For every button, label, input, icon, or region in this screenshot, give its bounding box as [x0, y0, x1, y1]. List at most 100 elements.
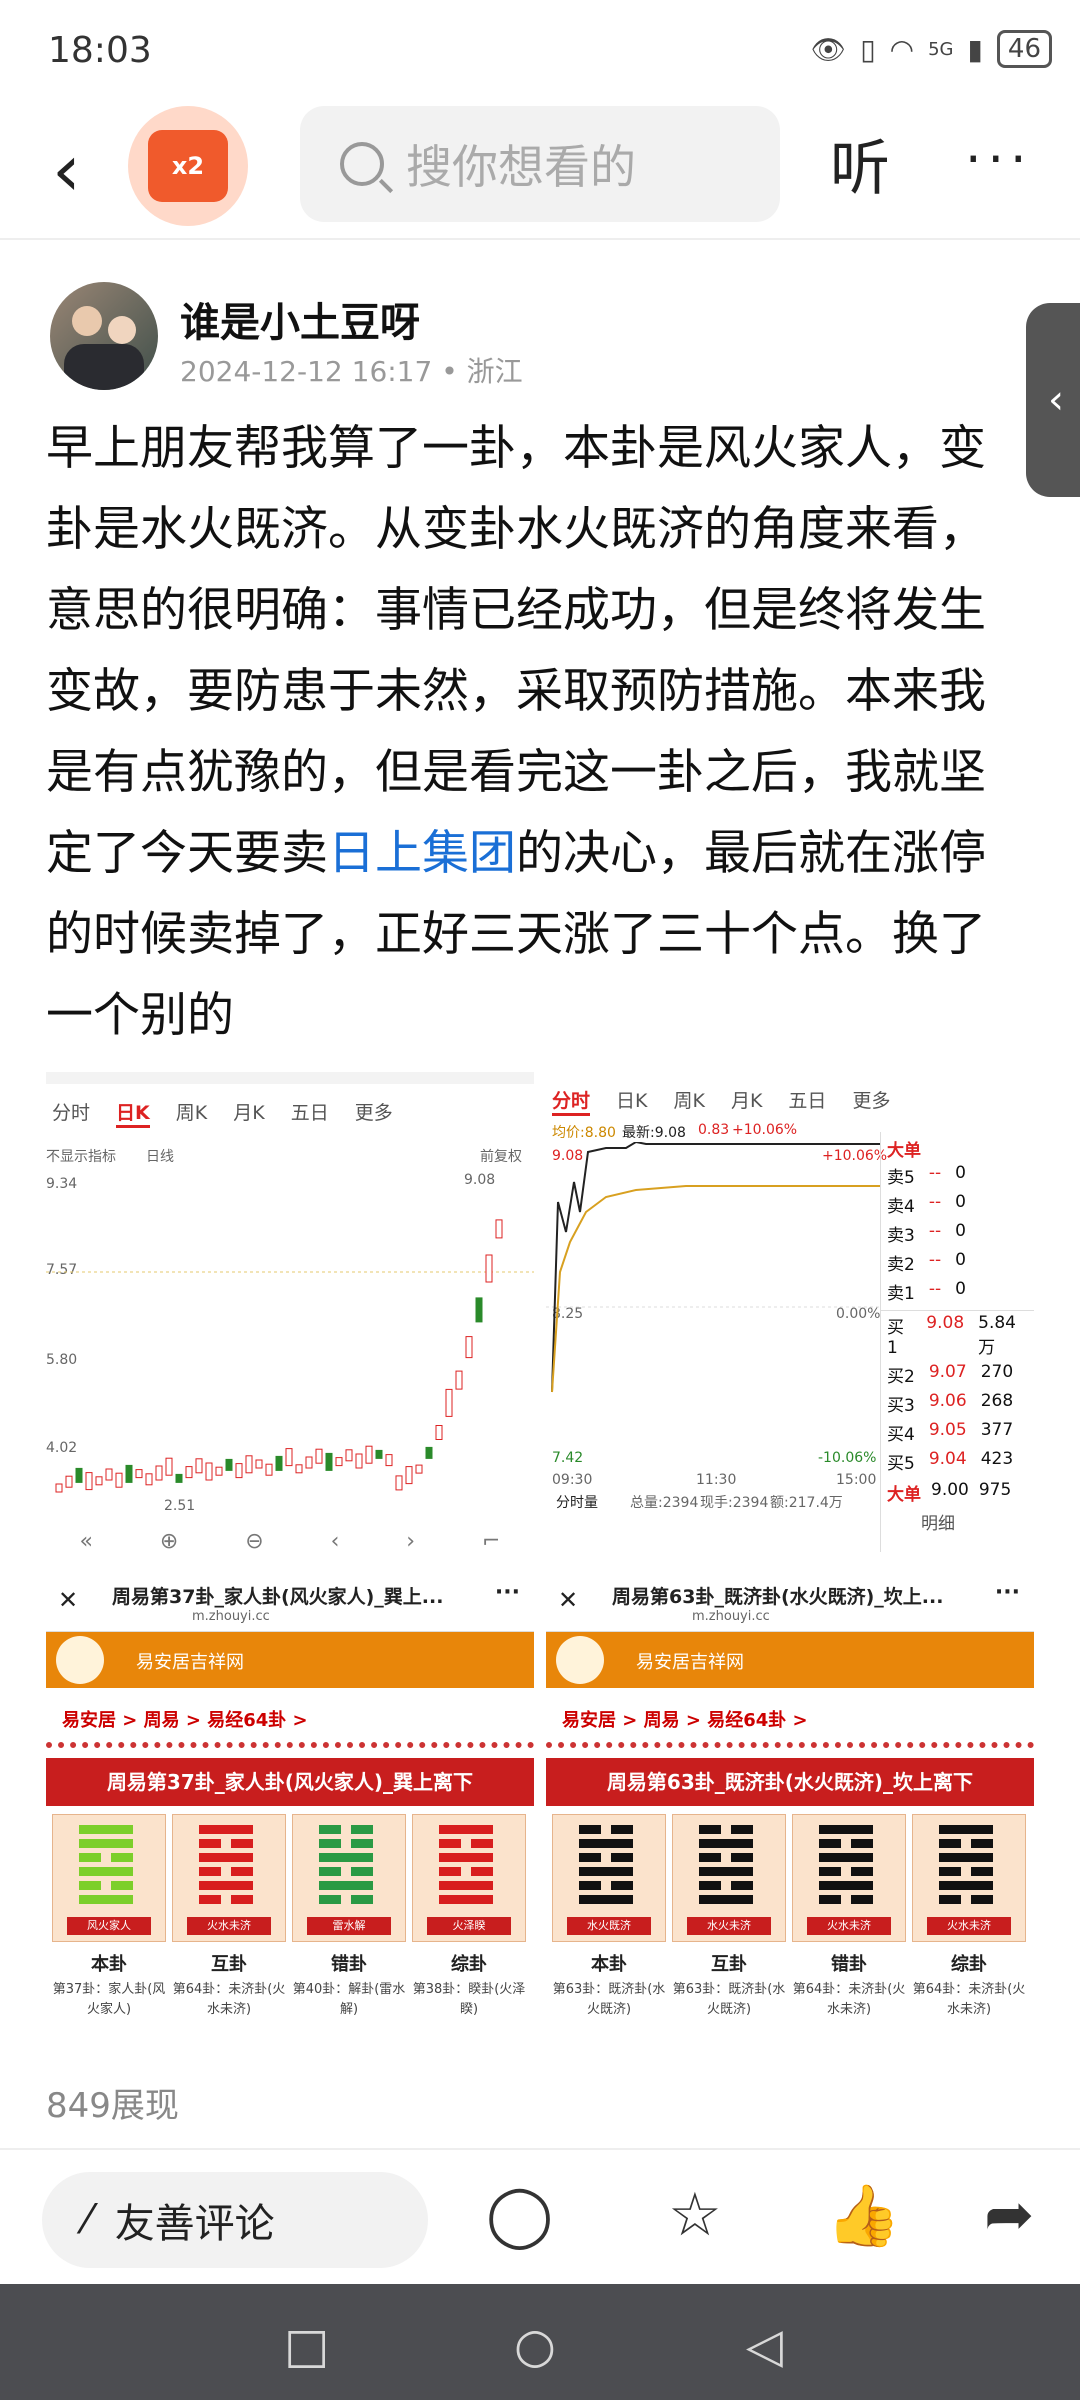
hexagram-label: 综卦 — [451, 1954, 487, 1975]
site-logo — [56, 1636, 104, 1684]
hexagram-label: 错卦 — [831, 1954, 867, 1975]
detail-label[interactable]: 明细 — [881, 1509, 1034, 1534]
chart-tab[interactable]: 五日 — [291, 1098, 329, 1128]
candle — [255, 1459, 263, 1469]
red-packet-badge[interactable]: x2 — [128, 106, 248, 226]
candle — [235, 1463, 243, 1479]
order-row: 卖4 -- 0 — [881, 1190, 1034, 1219]
share-icon[interactable]: ➦ — [984, 2180, 1034, 2250]
big-order-bottom: 大单 9.00 975 — [887, 1480, 1012, 1505]
star-icon[interactable]: ☆ — [668, 2180, 722, 2250]
close-icon[interactable]: ✕ — [58, 1586, 78, 1614]
chart-tabs: 分时 日K 周K 月K 五日 更多 — [546, 1072, 1034, 1116]
hexagram-line — [199, 1867, 253, 1876]
search-placeholder: 搜你想看的 — [406, 140, 636, 194]
hexagram-caption: 火水未济 — [807, 1917, 891, 1935]
more-icon[interactable]: ··· — [995, 1580, 1020, 1605]
chart-tab[interactable]: 周K — [673, 1086, 704, 1116]
triangle-back-icon[interactable]: ◁ — [746, 2318, 783, 2374]
candle — [455, 1370, 463, 1390]
image-intraday-chart[interactable]: 分时 日K 周K 月K 五日 更多 均价:8.80 最新:9.08 0.83 +10.06… — [546, 1072, 1034, 1562]
close-icon[interactable]: ✕ — [558, 1586, 578, 1614]
search-icon — [340, 142, 384, 186]
wifi-icon: ◠ — [889, 32, 915, 66]
image-hexagram-37[interactable]: ✕ 周易第37卦_家人卦(风火家人)_巽上... ··· m.zhouyi.cc… — [46, 1572, 534, 2062]
hexagram-card[interactable]: 火水未济 — [912, 1814, 1026, 1942]
hexagram-line — [439, 1839, 493, 1848]
candle — [95, 1476, 103, 1486]
chart-tab[interactable]: 周K — [176, 1098, 207, 1128]
candle — [445, 1388, 453, 1417]
order-vol: 423 — [980, 1449, 1014, 1469]
hexagram-card[interactable]: 水火既济 — [552, 1814, 666, 1942]
hexagram-lines — [579, 1825, 633, 1909]
image-daily-k-chart[interactable]: 分时 日K 周K 月K 五日 更多 不显示指标 日线 前复权 9.34 7.57 5.80… — [46, 1072, 534, 1562]
more-icon[interactable]: ··· — [495, 1580, 520, 1605]
hexagram-labels: 本卦 互卦 错卦 综卦 — [46, 1942, 534, 1976]
hexagram-line — [79, 1867, 133, 1876]
hexagram-line — [79, 1853, 133, 1862]
chart-tab[interactable]: 更多 — [355, 1098, 393, 1128]
candle — [345, 1449, 353, 1462]
hexagram-card[interactable]: 雷水解 — [292, 1814, 406, 1942]
hexagram-card[interactable]: 火泽睽 — [412, 1814, 526, 1942]
more-icon[interactable]: ··· — [965, 130, 1033, 190]
order-price: 9.05 — [928, 1420, 967, 1440]
chart-tab[interactable]: 分时 — [52, 1098, 90, 1128]
candle — [215, 1466, 223, 1476]
candle — [195, 1458, 203, 1474]
order-row: 买2 9.07 270 — [881, 1360, 1034, 1389]
circle-icon[interactable]: ○ — [514, 2318, 556, 2374]
hexagram-line — [79, 1881, 133, 1890]
stock-link[interactable]: 日上集团 — [328, 826, 516, 881]
chart-tab[interactable]: 更多 — [852, 1086, 890, 1116]
candle — [425, 1446, 433, 1459]
side-expand-tab[interactable]: ‹ — [1026, 303, 1080, 497]
listen-button[interactable]: 听 — [830, 120, 890, 207]
chart-tab[interactable]: 五日 — [788, 1086, 826, 1116]
candle — [355, 1453, 363, 1469]
order-price: -- — [928, 1221, 942, 1241]
vol-total: 总量:2394 — [630, 1495, 699, 1511]
chevron-left-icon[interactable]: ‹ — [52, 130, 81, 210]
hexagram-line — [819, 1839, 873, 1848]
hexagram-desc: 第64卦：未济卦(火水未济) — [172, 1982, 286, 2017]
chart-tab[interactable]: 分时 — [552, 1086, 591, 1116]
hexagram-desc: 第64卦：未济卦(火水未济) — [792, 1982, 906, 2017]
comment-input[interactable]: ⁄ 友善评论 — [42, 2172, 428, 2268]
time-start: 09:30 — [552, 1472, 593, 1488]
breadcrumb[interactable]: 易安居 > 周易 > 易经64卦 > — [546, 1688, 1034, 1748]
chart-controls[interactable]: «⊕ ⊖ ‹ › ⌐ — [46, 1520, 534, 1562]
candle — [175, 1473, 183, 1483]
author-name[interactable]: 谁是小土豆呀 — [180, 290, 420, 348]
chart-tab[interactable]: 日K — [616, 1086, 647, 1116]
candle — [85, 1472, 93, 1491]
candle — [415, 1464, 423, 1474]
status-bar: 18:03 👁 ▯ ◠ 5G ▮ 46 — [0, 0, 1080, 100]
order-vol: 268 — [980, 1391, 1014, 1411]
breadcrumb[interactable]: 易安居 > 周易 > 易经64卦 > — [46, 1688, 534, 1748]
page-url: m.zhouyi.cc — [692, 1609, 770, 1624]
comment-icon[interactable]: ◯ — [486, 2180, 553, 2250]
order-label: 卖4 — [887, 1197, 915, 1217]
hexagram-card[interactable]: 火水未济 — [792, 1814, 906, 1942]
hexagram-line — [819, 1895, 873, 1904]
search-input[interactable]: 搜你想看的 — [300, 106, 780, 222]
square-icon[interactable]: □ — [284, 2318, 329, 2374]
avatar[interactable] — [50, 282, 158, 390]
hexagram-caption: 雷水解 — [307, 1917, 391, 1935]
chart-tab[interactable]: 日K — [116, 1098, 150, 1128]
hexagram-card[interactable]: 水火未济 — [672, 1814, 786, 1942]
like-icon[interactable]: 👍 — [826, 2180, 901, 2251]
image-hexagram-63[interactable]: ✕ 周易第63卦_既济卦(水火既济)_坎上... ··· m.zhouyi.cc… — [546, 1572, 1034, 2062]
candle — [75, 1467, 83, 1483]
chart-tab[interactable]: 月K — [731, 1086, 762, 1116]
indicator-select[interactable]: 不显示指标 — [46, 1146, 116, 1166]
volume-label[interactable]: 分时量 — [556, 1492, 598, 1512]
line-type: 日线 — [146, 1149, 174, 1165]
hexagram-card[interactable]: 风火家人 — [52, 1814, 166, 1942]
hexagram-line — [439, 1881, 493, 1890]
order-price: 9.06 — [928, 1391, 967, 1411]
chart-tab[interactable]: 月K — [233, 1098, 264, 1128]
hexagram-card[interactable]: 火水未济 — [172, 1814, 286, 1942]
